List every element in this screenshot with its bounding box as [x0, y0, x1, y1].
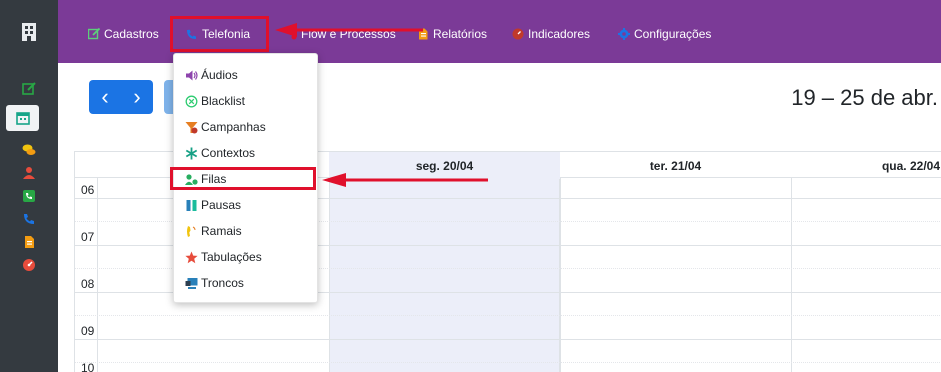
gear-icon: [618, 28, 630, 40]
menu-item-tabulacoes[interactable]: Tabulações: [185, 248, 262, 266]
extension-icon: [185, 225, 198, 238]
pause-icon: [185, 199, 198, 212]
hour-label: 08: [81, 277, 95, 291]
prev-next-group: ‹ ›: [89, 80, 153, 114]
hour-label: 06: [81, 183, 95, 197]
arrow-telefonia: [275, 23, 423, 37]
menu-item-campanhas[interactable]: Campanhas: [185, 118, 266, 136]
chat-icon[interactable]: [19, 141, 39, 159]
menu-item-troncos[interactable]: Troncos: [185, 274, 244, 292]
nav-relatorios[interactable]: Relatórios: [417, 25, 487, 43]
star-icon: [185, 251, 198, 264]
nav-relatorios-label: Relatórios: [433, 27, 488, 41]
logo-icon[interactable]: [0, 0, 58, 63]
nav-configuracoes-label: Configurações: [634, 27, 712, 41]
row-line: [75, 339, 941, 340]
menu-item-blacklist[interactable]: Blacklist: [185, 92, 245, 110]
asterisk-icon: [185, 147, 198, 160]
menu-item-label: Tabulações: [201, 250, 262, 264]
row-line: [75, 362, 941, 363]
nav-indicadores[interactable]: Indicadores: [512, 25, 590, 43]
phone-square-icon[interactable]: [19, 187, 39, 205]
menu-item-pausas[interactable]: Pausas: [185, 196, 241, 214]
campaign-icon: [185, 121, 198, 134]
calendar-icon[interactable]: [6, 105, 39, 131]
menu-item-label: Contextos: [201, 146, 256, 160]
menu-item-label: Ramais: [201, 224, 242, 238]
menu-item-audios[interactable]: Áudios: [185, 66, 238, 84]
nav-cadastros-label: Cadastros: [104, 27, 159, 41]
menu-item-label: Troncos: [201, 276, 244, 290]
sidebar: [0, 0, 58, 372]
gauge-icon: [512, 28, 524, 40]
next-button[interactable]: ›: [121, 82, 153, 112]
phone-icon[interactable]: [19, 210, 39, 228]
gauge-icon[interactable]: [19, 256, 39, 274]
user-icon[interactable]: [19, 164, 39, 182]
hour-label: 10: [81, 361, 95, 372]
menu-item-label: Pausas: [201, 198, 242, 212]
nav-indicadores-label: Indicadores: [528, 27, 591, 41]
trunk-icon: [185, 277, 198, 290]
menu-item-label: Blacklist: [201, 94, 246, 108]
menu-item-ramais[interactable]: Ramais: [185, 222, 242, 240]
column-header[interactable]: qua. 22/04: [791, 152, 941, 179]
prev-button[interactable]: ‹: [89, 82, 121, 112]
arrow-filas: [322, 173, 488, 187]
column-header[interactable]: ter. 21/04: [560, 152, 791, 179]
volume-icon: [185, 69, 198, 82]
telefonia-highlight: [170, 16, 269, 52]
menu-item-label: Campanhas: [201, 120, 266, 134]
filas-highlight: [170, 167, 316, 190]
hour-label: 09: [81, 324, 95, 338]
edit-icon: [87, 27, 101, 40]
nav-cadastros[interactable]: Cadastros: [87, 25, 159, 43]
app-root: Cadastros Telefonia Flow e Processos Rel…: [0, 0, 941, 372]
hour-label: 07: [81, 230, 95, 244]
menu-item-label: Áudios: [201, 68, 238, 82]
edit-icon[interactable]: [19, 80, 39, 98]
calendar-title: 19 – 25 de abr.: [791, 85, 938, 110]
nav-configuracoes[interactable]: Configurações: [618, 25, 711, 43]
menu-item-contextos[interactable]: Contextos: [185, 144, 255, 162]
row-line: [75, 315, 941, 316]
file-icon[interactable]: [19, 233, 39, 251]
blocked-icon: [185, 95, 198, 108]
